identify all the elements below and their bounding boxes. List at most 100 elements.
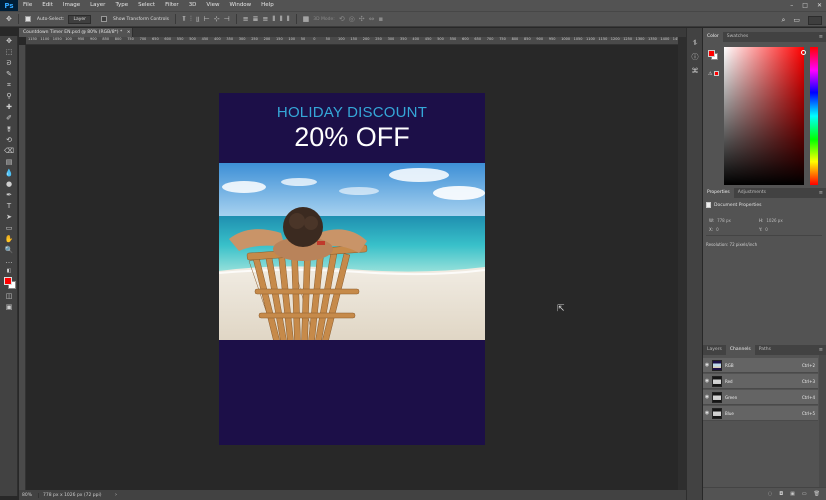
color-picker-cursor[interactable] (801, 50, 806, 55)
color-picker-field[interactable] (724, 47, 804, 185)
reset-colors-icon[interactable]: ◧ (0, 267, 18, 275)
align-right-icon[interactable]: ⊣ (224, 11, 230, 27)
menu-filter[interactable]: Filter (160, 0, 184, 11)
tab-adjustments[interactable]: Adjustments (734, 188, 770, 198)
tab-layers[interactable]: Layers (703, 345, 726, 355)
menu-view[interactable]: View (201, 0, 224, 11)
quick-mask-icon[interactable]: ◫ (0, 291, 18, 302)
dodge-tool-icon[interactable]: ● (0, 179, 18, 190)
tab-paths[interactable]: Paths (755, 345, 775, 355)
visibility-eye-icon[interactable]: ◉ (703, 410, 711, 416)
delete-channel-icon[interactable]: 🗑 (814, 488, 820, 500)
healing-brush-tool-icon[interactable]: ✚ (0, 102, 18, 113)
y-field[interactable]: Y: 0 (759, 227, 768, 232)
visibility-eye-icon[interactable]: ◉ (703, 378, 711, 384)
menu-type[interactable]: Type (110, 0, 133, 11)
gamut-swatch[interactable] (714, 71, 719, 76)
channel-row-blue[interactable]: ◉ Blue Ctrl+5 (703, 406, 818, 421)
distribute-right-icon[interactable]: ⦀ (287, 11, 290, 27)
menu-file[interactable]: File (18, 0, 37, 11)
show-transform-checkbox[interactable] (100, 16, 107, 22)
crop-tool-icon[interactable]: ⌗ (0, 80, 18, 91)
blur-tool-icon[interactable]: 💧 (0, 168, 18, 179)
new-channel-icon[interactable]: ▣ (790, 488, 795, 500)
lasso-tool-icon[interactable]: ᘐ (0, 58, 18, 69)
new-channel-blank-icon[interactable]: ▭ (802, 488, 807, 500)
3d-pan-icon[interactable]: ✣ (359, 11, 365, 27)
tab-channels[interactable]: Channels (725, 345, 755, 355)
menu-3d[interactable]: 3D (184, 0, 202, 11)
menu-window[interactable]: Window (224, 0, 256, 11)
load-channel-selection-icon[interactable]: ◌ (768, 488, 772, 500)
channel-row-red[interactable]: ◉ Red Ctrl+3 (703, 374, 818, 389)
eyedropper-tool-icon[interactable]: ⚲ (0, 91, 18, 102)
out-of-gamut-warning-icon[interactable]: ⚠ (708, 71, 712, 77)
history-panel-icon[interactable]: ⥮ (687, 36, 703, 50)
auto-select-checkbox[interactable] (24, 16, 31, 22)
close-window-button[interactable]: ✕ (817, 2, 822, 9)
distribute-bottom-icon[interactable]: ≡ (262, 11, 268, 27)
menu-edit[interactable]: Edit (37, 0, 58, 11)
height-field[interactable]: H: 1026 px (759, 218, 783, 223)
channel-row-rgb[interactable]: ◉ RGB Ctrl+2 (703, 358, 818, 373)
document-canvas[interactable]: HOLIDAY DISCOUNT 20% OFF (219, 93, 485, 445)
channels-panel-menu-icon[interactable]: ≡ (819, 345, 823, 355)
foreground-color-swatch[interactable] (4, 277, 12, 285)
workspace-icon[interactable]: ▭ (793, 16, 800, 24)
clone-stamp-tool-icon[interactable]: ⚵ (0, 124, 18, 135)
tab-properties[interactable]: Properties (703, 188, 734, 198)
hue-slider[interactable] (810, 47, 818, 185)
search-icon[interactable]: ⌕ (781, 16, 785, 25)
panel-foreground-color[interactable] (708, 50, 715, 57)
marquee-tool-icon[interactable]: ⬚ (0, 47, 18, 58)
minimize-button[interactable]: – (790, 2, 793, 9)
screen-mode-icon[interactable]: ▣ (0, 302, 18, 313)
eraser-tool-icon[interactable]: ⌫ (0, 146, 18, 157)
pen-tool-icon[interactable]: ✒ (0, 190, 18, 201)
rectangle-tool-icon[interactable]: ▭ (0, 223, 18, 234)
more-tools-icon[interactable]: … (0, 256, 18, 267)
properties-panel-menu-icon[interactable]: ≡ (819, 188, 823, 198)
menu-image[interactable]: Image (58, 0, 85, 11)
distribute-left-icon[interactable]: ⦀ (272, 11, 275, 27)
tab-swatches[interactable]: Swatches (723, 32, 753, 42)
maximize-button[interactable]: □ (802, 2, 808, 9)
brush-tool-icon[interactable]: ✐ (0, 113, 18, 124)
move-tool-icon[interactable]: ✥ (6, 11, 12, 27)
status-menu-arrow-icon[interactable]: › (115, 490, 117, 500)
auto-select-dropdown[interactable]: Layer (68, 14, 91, 24)
menu-help[interactable]: Help (256, 0, 279, 11)
zoom-tool-icon[interactable]: 🔍 (0, 245, 18, 256)
distribute-hcenter-icon[interactable]: ⦀ (279, 11, 282, 27)
align-top-icon[interactable]: ⫪ (182, 11, 186, 27)
quick-select-tool-icon[interactable]: ✎ (0, 69, 18, 80)
align-left-icon[interactable]: ⊢ (204, 11, 210, 27)
type-tool-icon[interactable]: T (0, 201, 18, 212)
auto-align-icon[interactable]: ▦ (303, 11, 310, 27)
3d-roll-icon[interactable]: ◎ (349, 11, 355, 27)
channels-scrollbar[interactable] (819, 355, 826, 487)
visibility-eye-icon[interactable]: ◉ (703, 394, 711, 400)
document-tab-close-icon[interactable]: × (127, 30, 131, 35)
3d-scale-icon[interactable]: ▪ (379, 11, 384, 27)
zoom-level[interactable]: 80% (19, 492, 39, 498)
gradient-tool-icon[interactable]: ▤ (0, 157, 18, 168)
3d-slide-icon[interactable]: ⇔ (369, 11, 375, 27)
canvas-vertical-scrollbar[interactable] (678, 37, 686, 490)
menu-layer[interactable]: Layer (85, 0, 110, 11)
width-field[interactable]: W: 778 px (709, 218, 731, 223)
distribute-top-icon[interactable]: ≡ (243, 11, 249, 27)
menu-select[interactable]: Select (133, 0, 160, 11)
libraries-panel-icon[interactable]: ⌘ (687, 64, 703, 78)
x-field[interactable]: X: 0 (709, 227, 719, 232)
tab-color[interactable]: Color (703, 32, 723, 42)
channel-row-green[interactable]: ◉ Green Ctrl+4 (703, 390, 818, 405)
color-panel-menu-icon[interactable]: ≡ (819, 32, 823, 42)
save-selection-as-channel-icon[interactable]: ◘ (779, 488, 783, 500)
hand-tool-icon[interactable]: ✋ (0, 234, 18, 245)
document-tab[interactable]: Countdown Timer EN.psd @ 80% (RGB/8*) * … (19, 28, 133, 37)
move-tool-icon[interactable]: ✥ (0, 36, 18, 47)
align-hcenter-icon[interactable]: ⊹ (214, 11, 220, 27)
info-panel-icon[interactable]: ⓘ (687, 50, 703, 64)
distribute-vcenter-icon[interactable]: ≣ (253, 11, 259, 27)
